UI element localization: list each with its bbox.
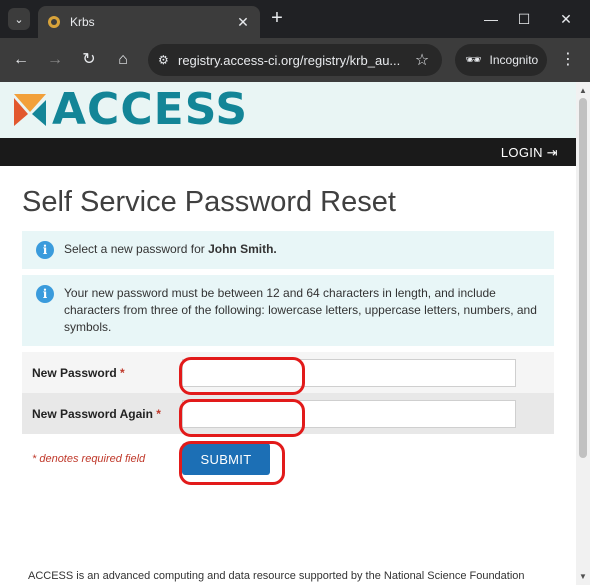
info-icon: i <box>36 241 54 259</box>
site-favicon-icon <box>48 16 60 28</box>
incognito-label: Incognito <box>489 53 539 67</box>
info-icon: i <box>36 285 54 303</box>
bookmark-star-icon[interactable]: ☆ <box>412 50 432 70</box>
chevron-down-icon: ⌄ <box>14 13 24 26</box>
access-logo-icon[interactable] <box>10 90 50 130</box>
browser-tabstrip: ⌄ Krbs ✕ + — ☐ ✕ <box>0 0 590 38</box>
new-tab-button[interactable]: + <box>266 8 288 30</box>
maximize-icon[interactable]: ☐ <box>513 8 535 30</box>
label-text: New Password <box>32 365 117 380</box>
incognito-icon: 🕶 <box>465 52 482 67</box>
highlight-new-password-again <box>179 399 305 437</box>
logo-banner: ACCESS <box>0 82 576 138</box>
new-password-again-label: New Password Again * <box>32 407 182 421</box>
url-text[interactable]: registry.access-ci.org/registry/krb_au..… <box>178 53 412 68</box>
submit-row: * denotes required field SUBMIT <box>22 434 554 484</box>
required-mark: * <box>156 406 161 421</box>
notice-text: Select a new password for John Smith. <box>64 241 277 258</box>
password-requirements-text: Your new password must be between 12 and… <box>64 286 537 334</box>
browser-toolbar: ← → ↻ ⌂ ⚙ registry.access-ci.org/registr… <box>0 38 590 82</box>
footer-text: ACCESS is an advanced computing and data… <box>28 570 525 582</box>
highlight-new-password <box>179 357 305 395</box>
main-content: Self Service Password Reset i Select a n… <box>0 186 576 484</box>
page-viewport: ACCESS LOGIN ⇥ Self Service Password Res… <box>0 82 576 585</box>
login-link[interactable]: LOGIN ⇥ <box>501 145 558 161</box>
required-mark: * <box>120 365 125 380</box>
logo-text[interactable]: ACCESS <box>52 84 248 135</box>
top-nav-bar: LOGIN ⇥ <box>0 138 576 166</box>
address-bar[interactable]: ⚙ registry.access-ci.org/registry/krb_au… <box>148 44 442 76</box>
site-info-icon[interactable]: ⚙ <box>158 53 178 67</box>
login-label: LOGIN <box>500 145 543 160</box>
browser-tab[interactable]: Krbs ✕ <box>38 6 260 38</box>
home-icon[interactable]: ⌂ <box>112 49 134 71</box>
back-icon[interactable]: ← <box>10 49 32 71</box>
highlight-submit <box>179 441 285 485</box>
login-arrow-icon: ⇥ <box>546 145 558 160</box>
scroll-thumb[interactable] <box>579 98 587 458</box>
info-notice-requirements: i Your new password must be between 12 a… <box>22 275 554 346</box>
scroll-down-icon[interactable]: ▼ <box>579 572 587 581</box>
minimize-icon[interactable]: — <box>480 8 502 30</box>
new-password-label: New Password * <box>32 366 182 380</box>
page-scrollbar[interactable]: ▲ ▼ <box>576 82 590 585</box>
close-tab-icon[interactable]: ✕ <box>234 14 252 31</box>
more-menu-icon[interactable]: ⋮ <box>558 49 578 69</box>
incognito-badge[interactable]: 🕶 Incognito <box>455 44 547 76</box>
notice-prefix: Select a new password for <box>64 242 205 256</box>
notice-username: John Smith. <box>208 242 277 256</box>
tab-search-button[interactable]: ⌄ <box>8 8 30 30</box>
required-field-note: * denotes required field <box>32 453 146 465</box>
window-close-icon[interactable]: ✕ <box>555 8 577 30</box>
reload-icon[interactable]: ↻ <box>78 49 100 71</box>
tab-title: Krbs <box>70 15 95 29</box>
page-title: Self Service Password Reset <box>22 186 396 218</box>
forward-icon[interactable]: → <box>44 49 66 71</box>
scroll-up-icon[interactable]: ▲ <box>579 86 587 95</box>
label-text: New Password Again <box>32 406 153 421</box>
info-notice-user: i Select a new password for John Smith. <box>22 231 554 269</box>
